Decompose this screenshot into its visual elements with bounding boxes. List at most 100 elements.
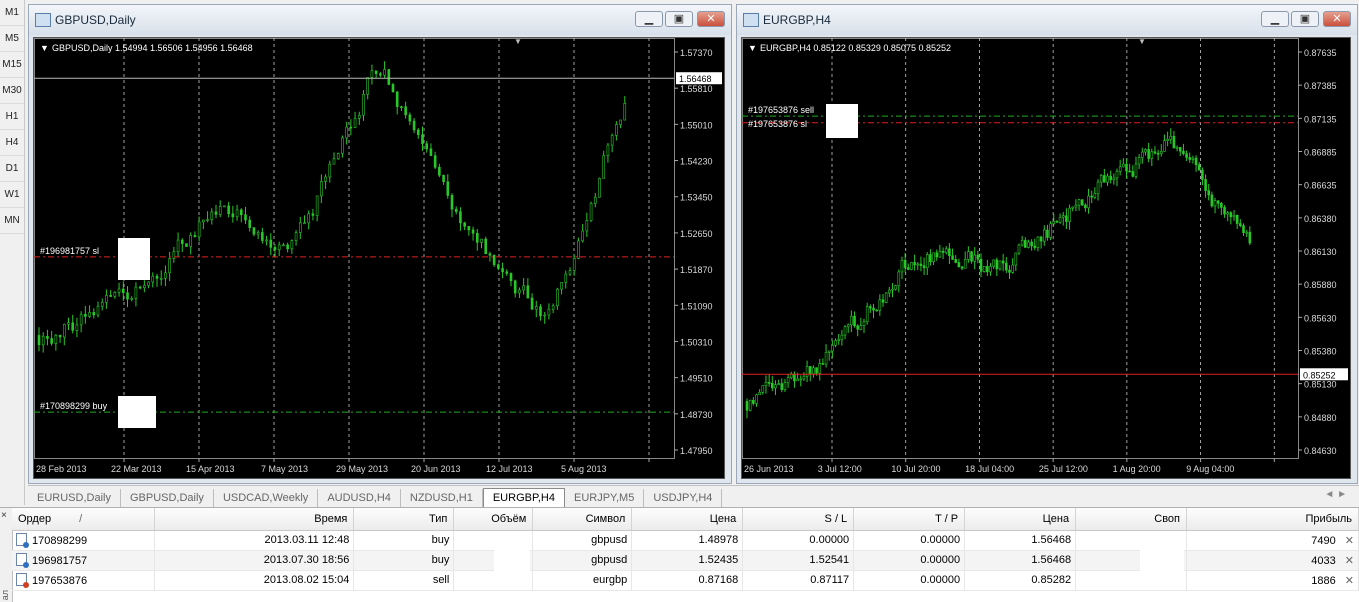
- timeframe-mn-button[interactable]: MN: [0, 208, 24, 234]
- timeframe-m1-button[interactable]: M1: [0, 0, 24, 26]
- candle-body: [1001, 260, 1005, 264]
- candle-body: [767, 382, 771, 384]
- candle-body: [50, 338, 53, 344]
- candle-body: [938, 250, 942, 258]
- minimize-button[interactable]: ▁: [635, 11, 663, 27]
- candle-body: [130, 298, 134, 300]
- candle-body: [480, 238, 483, 243]
- column-header-profit[interactable]: Прибыль: [1186, 508, 1359, 531]
- timeframe-m30-button[interactable]: M30: [0, 78, 24, 104]
- candle-body: [793, 373, 796, 382]
- candle-body: [951, 255, 954, 260]
- price-axis-label: 0.86130: [1304, 247, 1337, 257]
- column-header-tp[interactable]: T / P: [853, 508, 966, 531]
- candle-body: [88, 312, 91, 317]
- candle-body: [1144, 149, 1147, 153]
- column-header-sl[interactable]: S / L: [742, 508, 855, 531]
- current-price-cell: 0.85282: [964, 570, 1077, 591]
- buy-order-icon: [16, 553, 29, 568]
- sl-cell: 0.87117: [742, 570, 855, 591]
- tab-audusd-h4[interactable]: AUDUSD,H4: [318, 489, 401, 507]
- candle-body: [862, 321, 866, 327]
- minimize-button[interactable]: ▁: [1261, 11, 1289, 27]
- candle-body: [1204, 179, 1207, 191]
- timeframe-m5-button[interactable]: M5: [0, 26, 24, 52]
- candle-body: [1077, 199, 1081, 206]
- candle-body: [761, 385, 765, 393]
- candle-body: [113, 292, 117, 297]
- tab-gbpusd-daily[interactable]: GBPUSD,Daily: [121, 489, 214, 507]
- timeframe-m15-button[interactable]: M15: [0, 52, 24, 78]
- tab-eurgbp-h4[interactable]: EURGBP,H4: [482, 488, 565, 507]
- candle-body: [1122, 163, 1125, 168]
- candle-body: [138, 286, 142, 289]
- close-order-icon[interactable]: ✕: [1345, 555, 1354, 567]
- candle-body: [210, 211, 214, 220]
- candle-body: [941, 250, 945, 253]
- candle-body: [1172, 136, 1176, 149]
- chart-window-eurgbp[interactable]: EURGBP,H4 ▁ ▣ ✕ 0.87635 0.87385 0.87135 0.8…: [736, 4, 1358, 484]
- timeframe-d1-button[interactable]: D1: [0, 156, 24, 182]
- tab-usdcad-weekly[interactable]: USDCAD,Weekly: [214, 489, 319, 507]
- tab-eurjpy-m5[interactable]: EURJPY,M5: [565, 489, 645, 507]
- maximize-button[interactable]: ▣: [665, 11, 693, 27]
- window-titlebar[interactable]: EURGBP,H4 ▁ ▣ ✕: [737, 5, 1357, 35]
- candle-body: [929, 254, 932, 263]
- candle-body: [560, 282, 563, 290]
- symbol-cell: eurgbp: [532, 570, 633, 591]
- chart-tab-bar: EURUSD,Daily GBPUSD,Daily USDCAD,Weekly AUD…: [28, 485, 1359, 508]
- candle-body: [100, 302, 104, 307]
- candle-body: [1128, 170, 1131, 173]
- close-order-icon[interactable]: ✕: [1345, 575, 1354, 587]
- candle-body: [1065, 215, 1068, 222]
- timeframe-h4-button[interactable]: H4: [0, 130, 24, 156]
- candle-body: [370, 70, 374, 78]
- candle-body: [518, 289, 521, 294]
- window-title: EURGBP,H4: [763, 13, 831, 27]
- candle-body: [513, 280, 517, 294]
- candle-body: [837, 339, 841, 341]
- tab-nzdusd-h1[interactable]: NZDUSD,H1: [401, 489, 483, 507]
- tab-scroll-arrows-icon[interactable]: ◄ ►: [1324, 489, 1347, 500]
- tab-usdjpy-h4[interactable]: USDJPY,H4: [644, 489, 723, 507]
- candle-body: [1027, 241, 1030, 248]
- price-axis-label: 0.85380: [1304, 347, 1337, 357]
- tab-eurusd-daily[interactable]: EURUSD,Daily: [28, 489, 121, 507]
- close-button[interactable]: ✕: [697, 11, 725, 27]
- tp-cell: 0.00000: [853, 570, 966, 591]
- candle-body: [802, 375, 806, 380]
- column-header-volume[interactable]: Объём: [453, 508, 534, 531]
- column-header-current-price[interactable]: Цена: [964, 508, 1077, 531]
- column-header-type[interactable]: Тип: [353, 508, 455, 531]
- candle-body: [1194, 157, 1198, 165]
- candle-body: [623, 103, 627, 121]
- candle-body: [345, 126, 348, 139]
- close-order-icon[interactable]: ✕: [1345, 535, 1354, 547]
- candle-body: [1039, 236, 1043, 242]
- column-header-order[interactable]: Ордер /: [12, 508, 156, 531]
- candle-body: [1017, 244, 1021, 254]
- candle-body: [906, 267, 910, 270]
- candle-body: [374, 70, 378, 75]
- candle-body: [501, 268, 504, 273]
- timeframe-w1-button[interactable]: W1: [0, 182, 24, 208]
- price-axis-label: 1.54230: [680, 157, 713, 167]
- candle-body: [1210, 194, 1214, 207]
- candle-body: [155, 275, 159, 279]
- maximize-button[interactable]: ▣: [1291, 11, 1319, 27]
- column-header-time[interactable]: Время: [154, 508, 355, 531]
- candle-body: [357, 114, 361, 119]
- candle-body: [459, 211, 462, 224]
- timeframe-h1-button[interactable]: H1: [0, 104, 24, 130]
- candle-body: [497, 264, 500, 269]
- column-header-price[interactable]: Цена: [631, 508, 744, 531]
- candle-body: [850, 315, 853, 326]
- column-header-symbol[interactable]: Символ: [532, 508, 633, 531]
- column-header-swap[interactable]: Своп: [1075, 508, 1188, 531]
- candle-body: [1109, 175, 1112, 181]
- candle-body: [117, 288, 121, 293]
- candle-body: [387, 69, 391, 85]
- close-button[interactable]: ✕: [1323, 11, 1351, 27]
- terminal-close-icon[interactable]: ×: [1, 510, 7, 521]
- window-titlebar[interactable]: GBPUSD,Daily ▁ ▣ ✕: [29, 5, 731, 35]
